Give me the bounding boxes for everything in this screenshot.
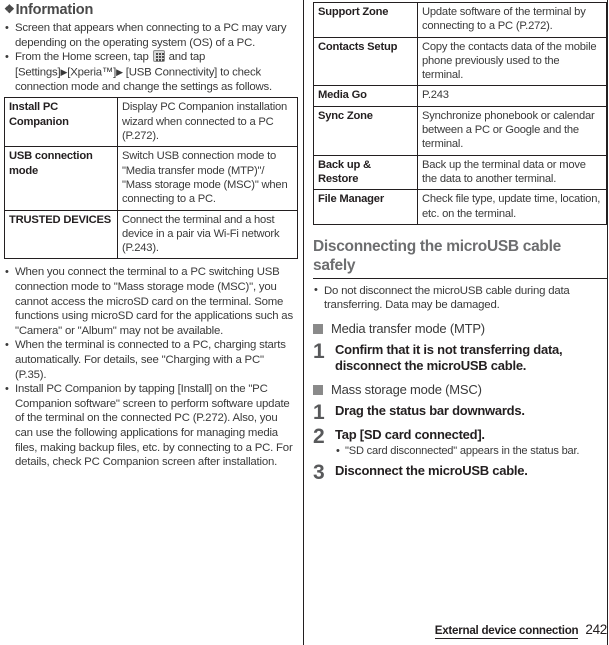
list-item: When you connect the terminal to a PC sw… <box>4 265 298 338</box>
app-drawer-icon <box>152 50 165 63</box>
table-row: File Manager Check file type, update tim… <box>313 189 607 225</box>
list-item: Install PC Companion by tapping [Install… <box>4 382 298 470</box>
table-row: Support Zone Update software of the term… <box>313 2 607 38</box>
step-title: Confirm that it is not transferring data… <box>335 342 563 374</box>
table-cell-key: Install PC Companion <box>4 97 118 148</box>
square-marker-icon <box>313 384 323 395</box>
table-cell-value: Back up the terminal data or move the da… <box>417 154 607 191</box>
table-row: Back up & Restore Back up the terminal d… <box>313 154 607 191</box>
subsection-header-mtp: Media transfer mode (MTP) <box>313 320 607 337</box>
pc-companion-apps-table: Support Zone Update software of the term… <box>313 2 607 225</box>
table-row: Sync Zone Synchronize phonebook or calen… <box>313 105 607 156</box>
page-title: Disconnecting the microUSB cable safely <box>313 237 561 274</box>
subsection-title: Media transfer mode (MTP) <box>331 321 485 337</box>
step-number: 1 <box>313 400 325 424</box>
page-right-edge <box>607 0 608 645</box>
page-footer: External device connection 242 <box>313 622 607 639</box>
usb-connectivity-table: Install PC Companion Display PC Companio… <box>4 97 298 260</box>
table-cell-value: Connect the terminal and a host device i… <box>117 209 298 260</box>
step-title: Tap [SD card connected]. <box>335 426 485 442</box>
table-cell-value: Switch USB connection mode to "Media tra… <box>117 146 298 211</box>
manual-page: ❖Information Screen that appears when co… <box>0 0 609 645</box>
list-item: From the Home screen, tap and tap [Setti… <box>4 50 298 94</box>
information-heading: ❖Information <box>4 1 298 18</box>
diamond-bullet-icon: ❖ <box>4 2 15 16</box>
table-row: Install PC Companion Display PC Companio… <box>4 97 298 148</box>
table-cell-key: Back up & Restore <box>313 154 418 191</box>
subsection-title: Mass storage mode (MSC) <box>331 381 482 397</box>
footer-section-name: External device connection <box>434 624 579 639</box>
subsection-header-msc: Mass storage mode (MSC) <box>313 381 607 398</box>
list-item: Screen that appears when connecting to a… <box>4 20 298 50</box>
step-msc-2: 2 Tap [SD card connected]. "SD card disc… <box>313 424 607 459</box>
table-cell-value: Synchronize phonebook or calendar betwee… <box>417 105 607 156</box>
table-cell-key: TRUSTED DEVICES <box>4 209 118 260</box>
step-note-list: "SD card disconnected" appears in the st… <box>335 444 607 458</box>
arrow-right-icon-2: ▶ <box>116 66 123 77</box>
footer-page-number: 242 <box>585 622 607 637</box>
information-bullet-list: Screen that appears when connecting to a… <box>4 20 298 94</box>
list-item: "SD card disconnected" appears in the st… <box>335 444 607 458</box>
left-column: ❖Information Screen that appears when co… <box>4 0 298 645</box>
table-cell-key: Support Zone <box>313 2 418 38</box>
column-divider <box>303 0 304 645</box>
table-cell-value: Update software of the terminal by conne… <box>417 2 607 38</box>
table-cell-key: USB connection mode <box>4 146 118 211</box>
step-mtp-1: 1 Confirm that it is not transferring da… <box>313 340 607 375</box>
step-number: 3 <box>313 461 325 485</box>
table-cell-key: File Manager <box>313 189 418 225</box>
table-cell-value: P.243 <box>417 85 607 107</box>
table-cell-key: Contacts Setup <box>313 36 418 87</box>
step-title: Drag the status bar downwards. <box>335 402 525 418</box>
section-divider <box>313 277 607 279</box>
bullet-text-before-icon: From the Home screen, tap <box>15 51 152 64</box>
post-table-bullet-list: When you connect the terminal to a PC sw… <box>4 265 298 469</box>
step-number: 1 <box>313 340 325 364</box>
list-item: When the terminal is connected to a PC, … <box>4 338 298 382</box>
information-heading-label: Information <box>15 2 94 18</box>
table-cell-value: Check file type, update time, location, … <box>417 189 607 225</box>
table-cell-key: Sync Zone <box>313 105 418 156</box>
section-bullet-list: Do not disconnect the microUSB cable dur… <box>313 283 607 313</box>
right-column: Support Zone Update software of the term… <box>313 0 607 645</box>
step-msc-1: 1 Drag the status bar downwards. <box>313 400 607 424</box>
table-cell-value: Copy the contacts data of the mobile pho… <box>417 36 607 87</box>
list-item: Do not disconnect the microUSB cable dur… <box>313 283 607 313</box>
table-row: TRUSTED DEVICES Connect the terminal and… <box>4 209 298 260</box>
table-cell-key: Media Go <box>313 85 418 107</box>
step-msc-3: 3 Disconnect the microUSB cable. <box>313 461 607 485</box>
step-title: Disconnect the microUSB cable. <box>335 463 528 479</box>
square-marker-icon <box>313 324 323 335</box>
table-row: Media Go P.243 <box>313 85 607 107</box>
bullet-text-mid: [Xperia™] <box>67 66 117 79</box>
table-row: USB connection mode Switch USB connectio… <box>4 146 298 211</box>
step-number: 2 <box>313 424 325 448</box>
table-cell-value: Display PC Companion installation wizard… <box>117 97 298 148</box>
table-row: Contacts Setup Copy the contacts data of… <box>313 36 607 87</box>
